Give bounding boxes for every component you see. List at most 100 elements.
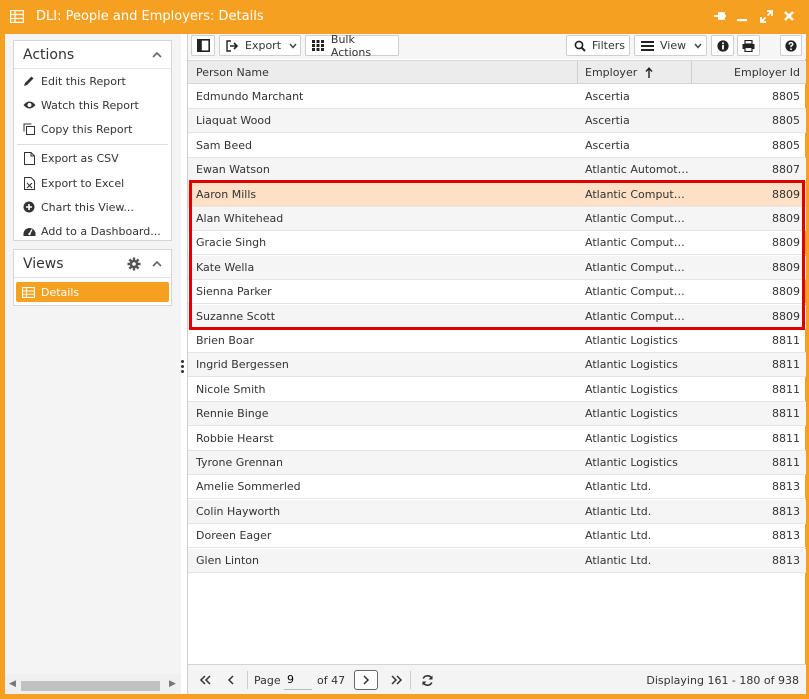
table-row[interactable]: Amelie Sommerled Atlantic Ltd. 8813 [188, 475, 806, 500]
column-header-label: Employer [585, 66, 638, 79]
close-icon[interactable] [781, 8, 797, 24]
title-bar: DLI: People and Employers: Details [0, 0, 809, 34]
previous-page-icon[interactable] [224, 669, 238, 691]
cell-employer: Atlantic Logistics [585, 407, 678, 421]
cell-person-name: Brien Boar [196, 334, 254, 347]
chevron-up-icon[interactable] [151, 49, 163, 61]
info-button[interactable] [711, 35, 734, 56]
cell-employer: Ascertia [585, 138, 630, 152]
page-number-input[interactable] [284, 670, 312, 690]
cell-employer: Atlantic Logistics [585, 382, 678, 396]
pencil-icon [22, 74, 36, 88]
table-row[interactable]: Ewan Watson Atlantic Automotive 8807 [188, 158, 806, 183]
chart-view-action[interactable]: Chart this View... [14, 196, 171, 218]
export-csv-action[interactable]: Export as CSV [14, 147, 171, 169]
table-row[interactable]: Aaron Mills Atlantic Computer Systems 8809 [188, 182, 806, 207]
maximize-icon[interactable] [758, 8, 774, 24]
last-page-icon[interactable] [387, 669, 405, 691]
cell-person-name: Sam Beed [196, 138, 252, 152]
print-button[interactable] [737, 35, 760, 56]
view-item-details[interactable]: Details [16, 282, 169, 302]
sidebar-horizontal-scrollbar[interactable]: ◀ ▶ [5, 674, 181, 694]
cell-employer-id: 8809 [772, 187, 800, 201]
table-row[interactable]: Edmundo Marchant Ascertia 8805 [188, 85, 806, 109]
bulk-actions-button[interactable]: Bulk Actions [305, 33, 399, 59]
actions-panel: Actions Edit this Report Watch this Repo… [13, 40, 172, 241]
help-button[interactable] [780, 35, 802, 56]
cell-person-name: Ingrid Bergessen [196, 358, 289, 372]
left-sidebar: Actions Edit this Report Watch this Repo… [5, 34, 181, 694]
column-divider[interactable] [691, 61, 692, 84]
watch-report-action[interactable]: Watch this Report [14, 94, 171, 116]
table-row[interactable]: Brien Boar Atlantic Logistics 8811 [188, 329, 806, 353]
table-row[interactable]: Doreen Eager Atlantic Ltd. 8813 [188, 524, 806, 549]
cell-person-name: Edmundo Marchant [196, 90, 304, 103]
first-page-icon[interactable] [196, 669, 214, 691]
export-excel-action[interactable]: Export to Excel [14, 172, 171, 194]
view-item-label: Details [41, 285, 80, 299]
table-row[interactable]: Liaquat Wood Ascertia 8805 [188, 109, 806, 134]
next-page-button[interactable] [354, 670, 378, 690]
table-row[interactable]: Robbie Hearst Atlantic Logistics 8811 [188, 427, 806, 451]
cell-person-name: Tyrone Grennan [196, 456, 283, 469]
chevron-up-icon[interactable] [151, 258, 163, 270]
copy-report-action[interactable]: Copy this Report [14, 118, 171, 140]
pager-divider [247, 671, 248, 689]
column-header-person-name[interactable]: Person Name [196, 61, 269, 84]
column-header-employer-id[interactable]: Employer Id [734, 61, 800, 84]
table-row[interactable]: Gracie Singh Atlantic Computer Systems 880… [188, 231, 806, 256]
cell-employer-id: 8809 [772, 236, 800, 250]
cell-employer-id: 8813 [772, 529, 800, 543]
table-row[interactable]: Sam Beed Ascertia 8805 [188, 134, 806, 158]
cell-employer-id: 8809 [772, 260, 800, 274]
actions-title: Actions [23, 47, 75, 63]
pin-icon[interactable] [712, 8, 728, 24]
cell-person-name: Gracie Singh [196, 236, 267, 250]
refresh-icon[interactable] [419, 669, 435, 691]
table-row[interactable]: Sienna Parker Atlantic Computer Systems 88… [188, 280, 806, 305]
table-row[interactable]: Ingrid Bergessen Atlantic Logistics 8811 [188, 353, 806, 378]
column-header-employer[interactable]: Employer [585, 61, 653, 84]
table-row[interactable]: Kate Wella Atlantic Computer Systems 8809 [188, 255, 806, 280]
scroll-right-icon[interactable]: ▶ [169, 679, 176, 689]
views-title: Views [23, 256, 64, 272]
scrollbar-thumb[interactable] [21, 681, 160, 691]
table-row[interactable]: Glen Linton Atlantic Ltd. 8813 [188, 548, 806, 573]
displaying-count: Displaying 161 - 180 of 938 [646, 673, 799, 687]
views-panel: Views Details [13, 249, 172, 306]
table-row[interactable]: Suzanne Scott Atlantic Computer Systems 88… [188, 304, 806, 329]
page-label: Page [254, 673, 281, 687]
action-label: Add to a Dashboard... [41, 224, 161, 238]
cell-employer-id: 8809 [772, 309, 800, 323]
scroll-left-icon[interactable]: ◀ [9, 679, 16, 689]
column-divider[interactable] [577, 61, 578, 84]
report-window: DLI: People and Employers: Details Actio… [0, 0, 809, 699]
export-icon [226, 39, 239, 52]
table-row[interactable]: Colin Hayworth Atlantic Ltd. 8813 [188, 499, 806, 524]
views-header: Views [14, 250, 171, 278]
table-row[interactable]: Alan Whitehead Atlantic Computer Systems 8… [188, 207, 806, 231]
divider [17, 144, 168, 145]
panel-splitter-handle[interactable] [181, 360, 185, 374]
filters-button[interactable]: Filters [566, 35, 630, 56]
pager-divider [410, 671, 411, 689]
minimize-icon[interactable] [734, 8, 750, 24]
table-row[interactable]: Rennie Binge Atlantic Logistics 8811 [188, 402, 806, 427]
view-button[interactable]: View [634, 35, 707, 56]
cell-person-name: Robbie Hearst [196, 431, 274, 445]
add-dashboard-action[interactable]: Add to a Dashboard... [14, 220, 171, 242]
cell-employer: Atlantic Ltd. [585, 480, 652, 494]
cell-employer-id: 8805 [772, 114, 800, 128]
table-row[interactable]: Tyrone Grennan Atlantic Logistics 8811 [188, 451, 806, 475]
toggle-sidebar-button[interactable] [191, 35, 215, 56]
dashboard-icon [22, 224, 36, 238]
cell-person-name: Sienna Parker [196, 285, 272, 299]
eye-icon [22, 98, 36, 112]
grid-header: Person Name Employer Employer Id [188, 60, 806, 84]
edit-report-action[interactable]: Edit this Report [14, 70, 171, 92]
sort-ascending-icon [645, 66, 653, 78]
gear-icon[interactable] [127, 257, 141, 271]
export-button[interactable]: Export [219, 35, 301, 56]
cell-person-name: Ewan Watson [196, 163, 270, 177]
table-row[interactable]: Nicole Smith Atlantic Logistics 8811 [188, 378, 806, 402]
